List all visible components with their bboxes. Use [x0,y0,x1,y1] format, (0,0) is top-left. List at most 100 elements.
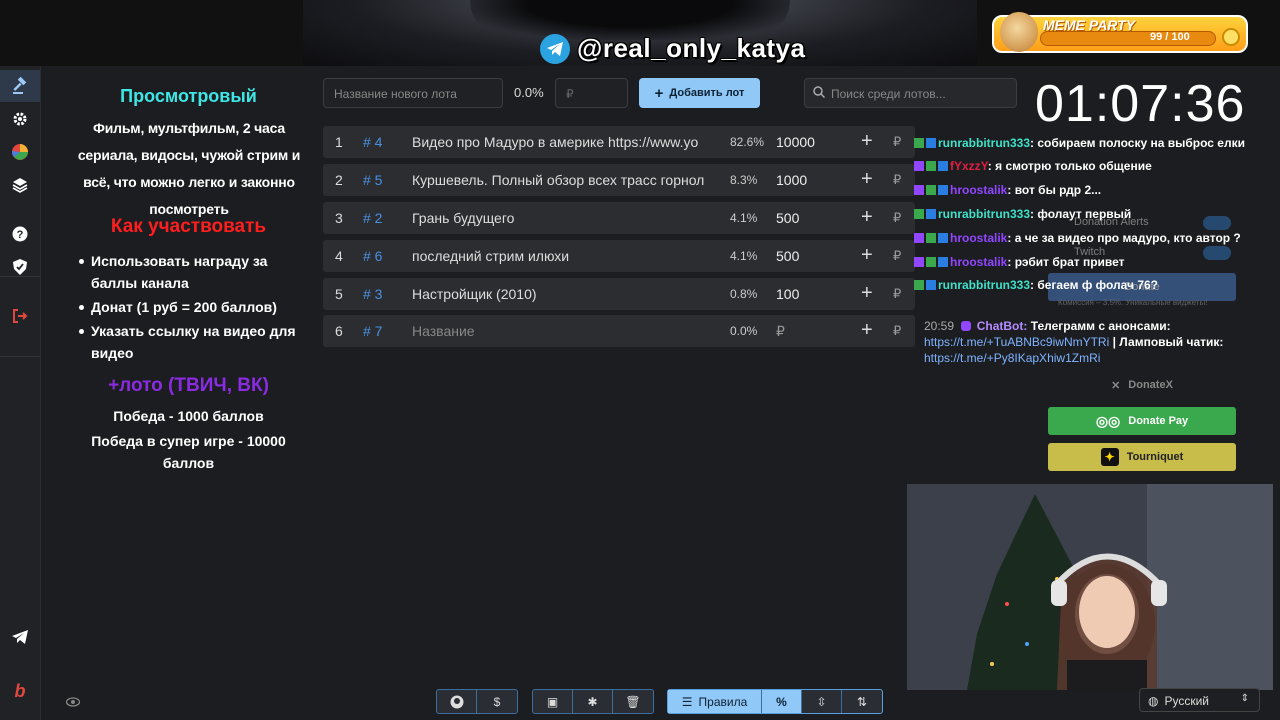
lot-title[interactable]: Куршевель. Полный обзор всех трасс горно… [412,172,706,188]
lot-percent: 0.8% [730,287,758,301]
save-icon[interactable]: ▣ [533,690,573,713]
list-item: Указать ссылку на видео для видео [79,320,309,364]
table-row[interactable]: 5 # 3 Настройщик (2010) 0.8% 100 + ₽ [323,278,915,310]
chat-text: : а че за видео про мадуро, кто автор ? [1007,231,1241,245]
search-icon [813,85,826,103]
telegram-icon [540,34,570,64]
lot-title[interactable]: последний стрим илюхи [412,248,706,264]
github-icon[interactable] [437,690,477,713]
tourniquet-button[interactable]: ✦ Tourniquet [1048,443,1236,471]
chat-message: fYxzzY: я смотрю только общение [914,159,1152,173]
webcam-feed [907,484,1273,690]
rules-button[interactable]: ☰ Правила [668,690,762,713]
table-row[interactable]: 6 # 7 Название 0.0% ₽ + ₽ [323,315,915,347]
lot-title[interactable]: Грань будущего [412,210,706,226]
chatbot-message: 20:59 ChatBot: Телеграмм с анонсами: htt… [924,318,1264,366]
panel-description: Фильм, мультфильм, 2 часа сериала, видос… [77,120,301,217]
add-amount-icon[interactable]: + [861,244,873,267]
chat-link[interactable]: https://t.me/+TuABNBc9iwNmYTRi [924,335,1109,349]
table-row[interactable]: 3 # 2 Грань будущего 4.1% 500 + ₽ [323,202,915,234]
donatex-label: DonateX [1128,379,1173,391]
shield-icon[interactable] [0,251,40,283]
list-item: Донат (1 руб = 200 баллов) [79,296,309,318]
chat-message: runrabbitrun333: фолаут первый [914,207,1131,221]
add-amount-icon[interactable]: + [861,319,873,342]
lot-rank: 5 [335,286,343,302]
chat-overlay: runrabbitrun333: собираем полоску на выб… [914,130,1280,370]
chat-link[interactable]: https://t.me/+Py8IKapXhiw1ZmRi [924,351,1100,365]
add-amount-icon[interactable]: + [861,282,873,305]
percent-toggle-icon[interactable]: % [762,690,802,713]
lot-amount[interactable]: 500 [776,210,799,226]
new-lot-name-input[interactable]: Название нового лота [323,78,503,108]
lot-percent: 4.1% [730,249,758,263]
lot-amount[interactable]: 500 [776,248,799,264]
split-icon[interactable]: ⇳ [802,690,842,713]
lot-currency[interactable]: ₽ [893,248,901,264]
new-lot-amount-input[interactable]: ₽ [555,78,628,108]
sidebar-divider [0,356,40,357]
chat-username: runrabbitrun333 [938,136,1031,150]
bug-icon[interactable]: ✱ [573,690,613,713]
brand-b-icon[interactable]: b [0,675,40,707]
add-amount-icon[interactable]: + [861,168,873,191]
lot-amount[interactable]: 10000 [776,134,815,150]
toolbar-group-view: ☰ Правила % ⇳ ⇅ [667,689,883,714]
lot-rank: 2 [335,172,343,188]
chat-time: 20:59 [924,319,955,333]
add-amount-icon[interactable]: + [861,206,873,229]
language-select[interactable]: ◍ Русский ⇕ [1139,688,1260,712]
sidebar: ? b [0,66,41,720]
list-item: Использовать награду за баллы канала [79,250,309,294]
lot-id: # 2 [363,210,383,226]
lot-currency[interactable]: ₽ [893,286,901,302]
telegram-icon[interactable] [0,621,40,653]
table-row[interactable]: 2 # 5 Куршевель. Полный обзор всех трасс… [323,164,915,196]
chat-username: hroostalik [950,255,1008,269]
lot-id: # 6 [363,248,383,264]
dollar-icon[interactable]: $ [477,690,517,713]
lot-currency[interactable]: ₽ [893,210,901,226]
telegram-handle: @real_only_katya [577,33,806,63]
plus-icon: + [654,84,664,102]
info-panel: Просмотровый Фильм, мультфильм, 2 часа с… [41,66,311,486]
lot-amount-input[interactable]: ₽ [776,323,785,340]
lot-rank: 3 [335,210,343,226]
how-to-participate-title: Как участвовать [110,216,267,237]
add-lot-button[interactable]: + Добавить лот [639,78,760,108]
lot-currency[interactable]: ₽ [893,134,901,150]
lot-title-input[interactable]: Название [412,323,706,339]
lot-id: # 4 [363,134,383,150]
donatex-button[interactable]: ✕ DonateX [1048,371,1236,399]
pie-chart-icon[interactable] [0,136,40,168]
trash-icon[interactable]: 🗑 [613,690,653,713]
rules-icon: ☰ [681,694,693,709]
toolbar-group-actions: ▣ ✱ 🗑 [532,689,654,714]
table-row[interactable]: 1 # 4 Видео про Мадуро в америке https:/… [323,126,915,158]
table-row[interactable]: 4 # 6 последний стрим илюхи 4.1% 500 + ₽ [323,240,915,272]
chat-username: hroostalik [950,183,1008,197]
lot-amount[interactable]: 1000 [776,172,807,188]
doge-avatar-icon [1000,12,1038,52]
lot-search-input[interactable]: Поиск среди лотов... [804,78,1017,108]
add-amount-icon[interactable]: + [861,130,873,153]
donate-pay-button[interactable]: ◎◎ Donate Pay [1048,407,1236,435]
gear-icon[interactable] [0,103,40,135]
help-icon[interactable]: ? [0,218,40,250]
layers-icon[interactable] [0,169,40,201]
x-icon: ✕ [1111,379,1121,392]
gavel-icon[interactable] [0,70,40,102]
sort-icon[interactable]: ⇅ [842,690,882,713]
chatbot-name: ChatBot: [976,319,1028,333]
lot-currency[interactable]: ₽ [893,172,901,188]
chat-message: hroostalik: вот бы рдр 2... [914,183,1101,197]
auction-timer: 01:07:36 [1035,75,1246,133]
lot-amount[interactable]: 100 [776,286,799,302]
lot-currency[interactable]: ₽ [893,323,901,339]
lot-title[interactable]: Настройщик (2010) [412,286,706,302]
logout-icon[interactable] [0,300,40,332]
eye-icon[interactable] [65,696,81,710]
globe-icon: ◍ [1148,694,1159,708]
chat-message: hroostalik: а че за видео про мадуро, кт… [914,231,1241,245]
lot-title[interactable]: Видео про Мадуро в америке https://www.y… [412,134,706,150]
